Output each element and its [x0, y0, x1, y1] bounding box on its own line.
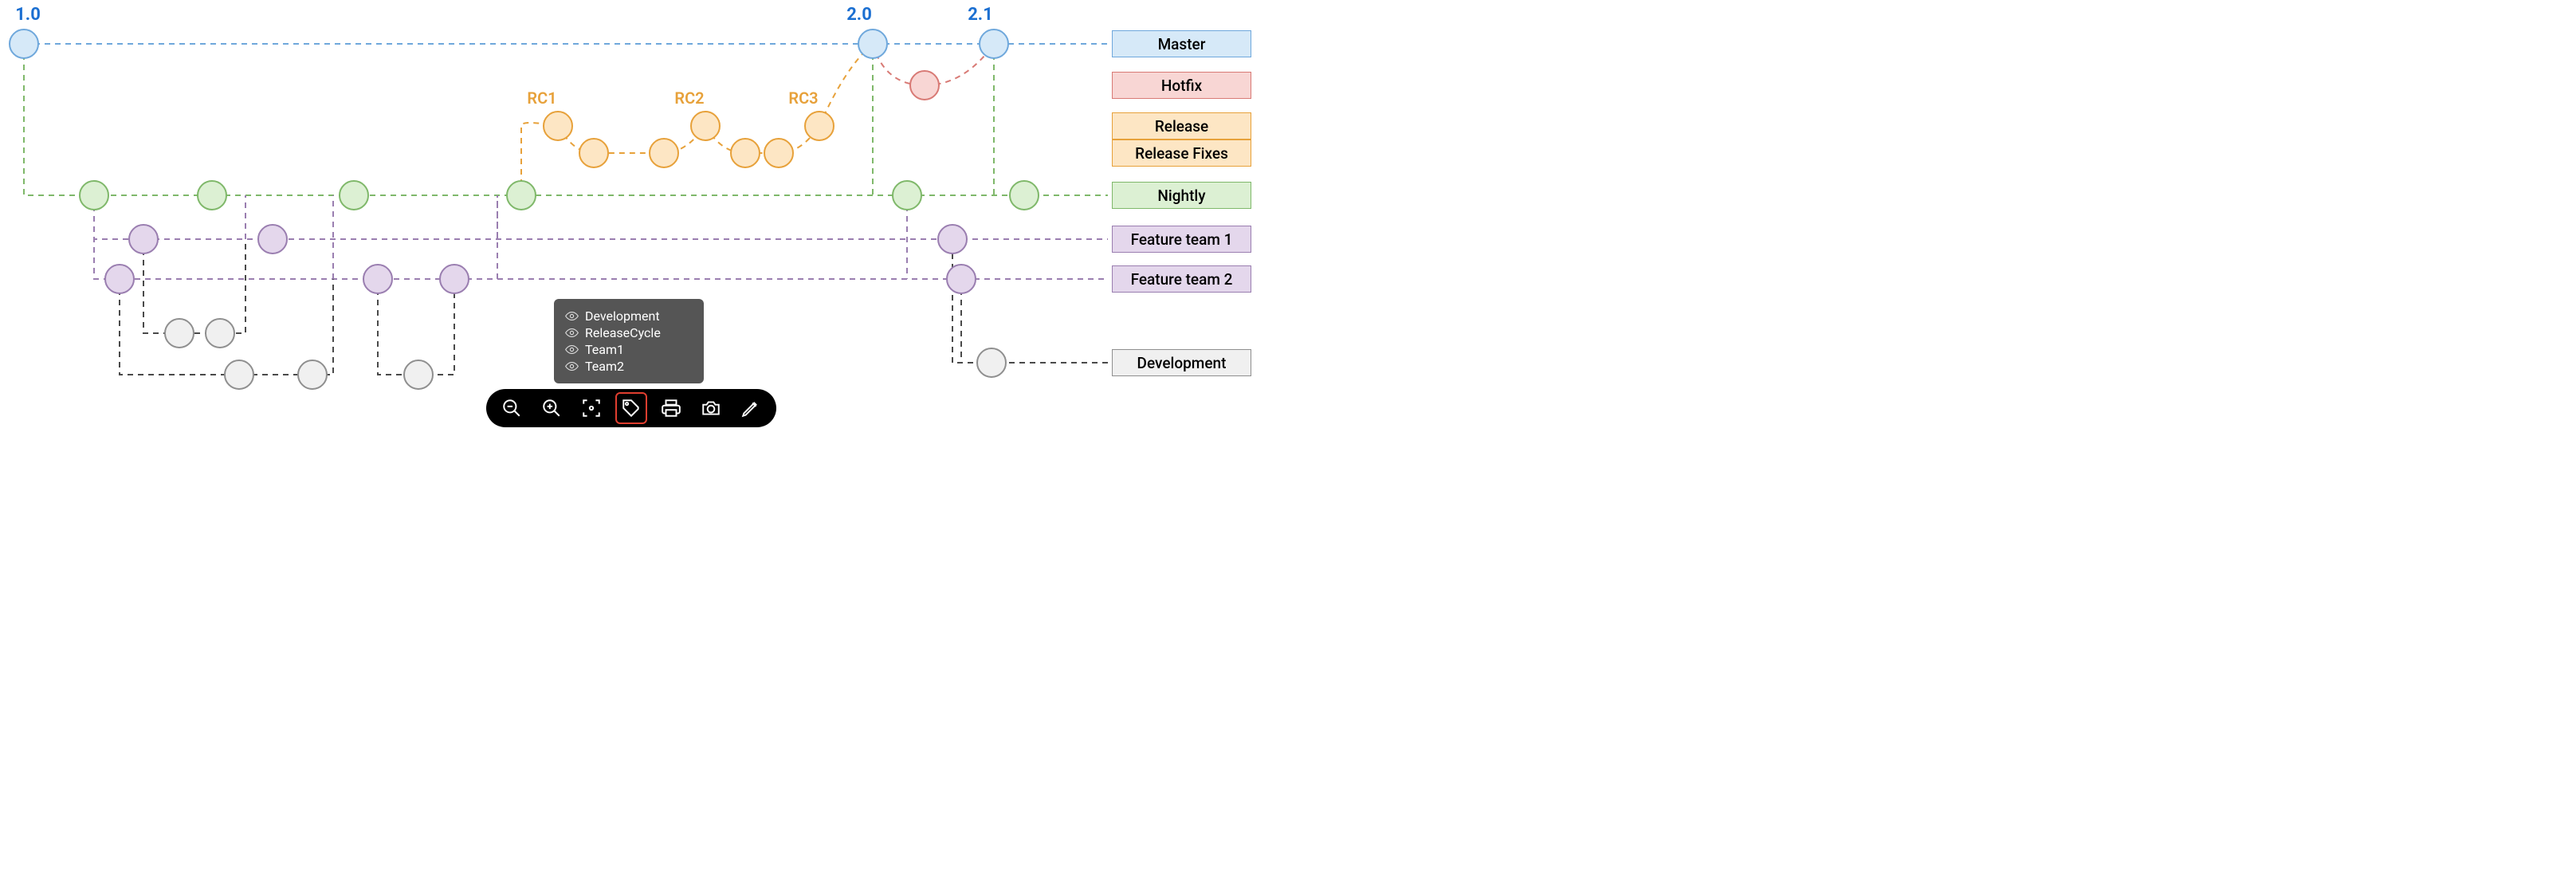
commit-node[interactable]: [1010, 181, 1039, 210]
commit-node[interactable]: [363, 265, 392, 293]
layer-name: Team2: [585, 359, 624, 374]
commit-node[interactable]: [198, 181, 226, 210]
layer-toggle[interactable]: Team1: [565, 342, 693, 357]
commit-node[interactable]: [731, 139, 760, 167]
camera-icon: [701, 398, 721, 419]
commit-node[interactable]: [258, 225, 287, 253]
edit-button[interactable]: [736, 394, 765, 422]
zoom-in-icon: [541, 398, 562, 419]
zoom-out-icon: [501, 398, 522, 419]
diagram-stage: 1.0 2.0 2.1 RC1 RC2 RC3 Master Hotfix Release…: [0, 0, 1288, 448]
commit-node[interactable]: [340, 181, 368, 210]
pencil-icon: [740, 398, 761, 419]
layer-toggle[interactable]: Development: [565, 308, 693, 324]
eye-icon: [565, 326, 579, 340]
commit-node[interactable]: [129, 225, 158, 253]
layers-popup: Development ReleaseCycle Team1 Team2: [554, 299, 704, 383]
commit-node[interactable]: [691, 112, 720, 140]
print-icon: [661, 398, 681, 419]
layer-name: ReleaseCycle: [585, 325, 661, 340]
lane-label: Feature team 1: [1131, 230, 1233, 249]
rc-tag: RC1: [527, 88, 556, 108]
lane-label: Release Fixes: [1135, 144, 1228, 163]
toolbar: [486, 389, 776, 427]
commit-node[interactable]: [206, 319, 234, 348]
lane-box-feature2: Feature team 2: [1112, 265, 1251, 293]
commit-node[interactable]: [980, 29, 1008, 58]
commit-node[interactable]: [650, 139, 678, 167]
commit-node[interactable]: [10, 29, 38, 58]
layer-name: Team1: [585, 342, 624, 357]
lane-box-release: Release: [1112, 112, 1251, 140]
zoom-out-button[interactable]: [497, 394, 526, 422]
commit-node[interactable]: [893, 181, 921, 210]
commit-node[interactable]: [298, 360, 327, 389]
rc-tag: RC2: [674, 88, 704, 108]
commit-node[interactable]: [764, 139, 793, 167]
rc-tag: RC3: [788, 88, 818, 108]
fit-view-button[interactable]: [577, 394, 606, 422]
commit-node[interactable]: [977, 348, 1006, 377]
version-tag: 2.1: [968, 5, 993, 25]
lane-box-development: Development: [1112, 349, 1251, 376]
tag-icon: [621, 398, 642, 419]
lane-box-release-fixes: Release Fixes: [1112, 140, 1251, 167]
lane-label: Master: [1158, 35, 1206, 53]
lane-box-hotfix: Hotfix: [1112, 72, 1251, 99]
version-tag: 2.0: [846, 5, 872, 25]
commit-node[interactable]: [579, 139, 608, 167]
layer-name: Development: [585, 308, 660, 324]
branch-edge: [143, 239, 245, 333]
version-tag: 1.0: [15, 5, 41, 25]
layer-toggle[interactable]: ReleaseCycle: [565, 325, 693, 340]
commit-node[interactable]: [80, 181, 108, 210]
lane-box-feature1: Feature team 1: [1112, 226, 1251, 253]
eye-icon: [565, 360, 579, 373]
commit-node[interactable]: [910, 71, 939, 100]
commit-node[interactable]: [805, 112, 834, 140]
print-button[interactable]: [657, 394, 685, 422]
lane-label: Development: [1137, 354, 1227, 372]
lane-label: Release: [1155, 117, 1208, 136]
lane-box-nightly: Nightly: [1112, 182, 1251, 209]
lane-label: Hotfix: [1161, 77, 1202, 95]
layer-toggle[interactable]: Team2: [565, 359, 693, 374]
zoom-in-button[interactable]: [537, 394, 566, 422]
commit-node[interactable]: [507, 181, 536, 210]
lane-box-master: Master: [1112, 30, 1251, 57]
eye-icon: [565, 343, 579, 356]
eye-icon: [565, 309, 579, 323]
branch-edge: [705, 126, 819, 153]
commit-node[interactable]: [105, 265, 134, 293]
lane-label: Feature team 2: [1131, 270, 1233, 289]
commit-node[interactable]: [947, 265, 976, 293]
commit-node[interactable]: [858, 29, 887, 58]
commit-node[interactable]: [225, 360, 253, 389]
commit-node[interactable]: [440, 265, 469, 293]
branch-edge: [952, 239, 1108, 363]
commit-node[interactable]: [404, 360, 433, 389]
camera-button[interactable]: [697, 394, 725, 422]
commit-node[interactable]: [165, 319, 194, 348]
tags-button[interactable]: [617, 394, 646, 422]
fit-view-icon: [581, 398, 602, 419]
lane-label: Nightly: [1157, 187, 1205, 205]
commit-node[interactable]: [938, 225, 967, 253]
commit-node[interactable]: [544, 112, 572, 140]
